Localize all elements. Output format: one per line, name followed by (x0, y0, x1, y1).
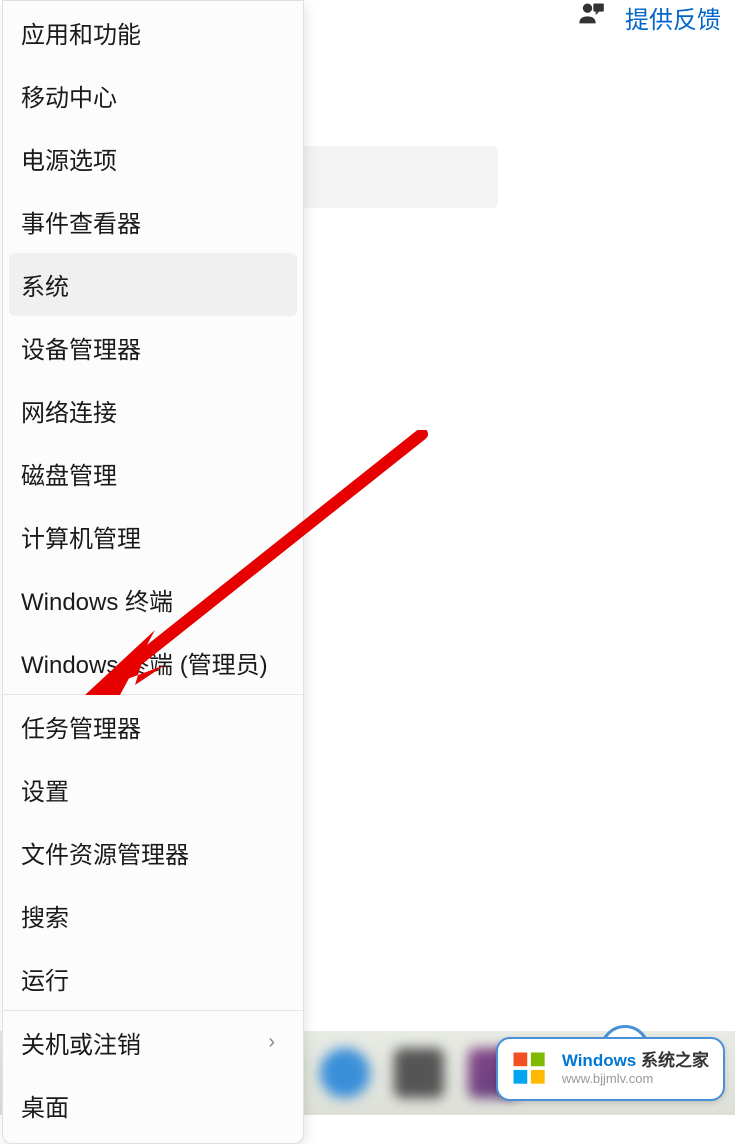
watermark-url: www.bjjmlv.com (562, 1071, 709, 1087)
menu-item-label: Windows 终端 (管理员) (21, 645, 268, 680)
menu-item-run[interactable]: 运行 (3, 947, 303, 1010)
menu-item-mobility-center[interactable]: 移动中心 (3, 64, 303, 127)
menu-item-windows-terminal[interactable]: Windows 终端 (3, 568, 303, 631)
menu-item-label: 设置 (21, 772, 69, 807)
taskbar-app-icon[interactable] (394, 1048, 444, 1098)
menu-item-label: 电源选项 (21, 141, 117, 176)
feedback-link[interactable]: 提供反馈 (625, 0, 721, 35)
menu-item-settings[interactable]: 设置 (3, 758, 303, 821)
menu-item-label: 关机或注销 (21, 1025, 141, 1060)
watermark-logo-icon (508, 1047, 552, 1091)
menu-item-search[interactable]: 搜索 (3, 884, 303, 947)
menu-item-computer-management[interactable]: 计算机管理 (3, 505, 303, 568)
menu-item-label: 设备管理器 (21, 330, 141, 365)
menu-item-disk-management[interactable]: 磁盘管理 (3, 442, 303, 505)
menu-item-label: 应用和功能 (21, 15, 141, 50)
menu-item-windows-terminal-admin[interactable]: Windows 终端 (管理员) (3, 631, 303, 694)
menu-item-task-manager[interactable]: 任务管理器 (3, 695, 303, 758)
menu-item-label: 网络连接 (21, 393, 117, 428)
menu-item-label: 计算机管理 (21, 519, 141, 554)
taskbar-app-icon[interactable] (320, 1048, 370, 1098)
menu-item-label: 文件资源管理器 (21, 835, 189, 870)
menu-item-label: 运行 (21, 961, 69, 996)
menu-item-system[interactable]: 系统 (9, 253, 297, 316)
menu-item-power-options[interactable]: 电源选项 (3, 127, 303, 190)
menu-item-network-connections[interactable]: 网络连接 (3, 379, 303, 442)
menu-item-label: 任务管理器 (21, 709, 141, 744)
menu-item-apps-features[interactable]: 应用和功能 (3, 1, 303, 64)
watermark-title: Windows 系统之家 (562, 1051, 709, 1071)
menu-item-label: 移动中心 (21, 78, 117, 113)
watermark: Windows 系统之家 www.bjjmlv.com (496, 1037, 725, 1101)
menu-item-label: 搜索 (21, 898, 69, 933)
menu-item-label: 事件查看器 (21, 204, 141, 239)
menu-item-label: Windows 终端 (21, 582, 173, 617)
menu-item-shutdown-signout[interactable]: 关机或注销 › (3, 1011, 303, 1074)
menu-item-file-explorer[interactable]: 文件资源管理器 (3, 821, 303, 884)
menu-item-label: 桌面 (21, 1088, 69, 1123)
menu-item-desktop[interactable]: 桌面 (3, 1074, 303, 1137)
feedback-person-icon (577, 0, 605, 28)
menu-item-label: 磁盘管理 (21, 456, 117, 491)
chevron-right-icon: › (268, 1031, 275, 1054)
menu-item-device-manager[interactable]: 设备管理器 (3, 316, 303, 379)
winx-context-menu: 应用和功能 移动中心 电源选项 事件查看器 系统 设备管理器 网络连接 磁盘管理… (2, 0, 304, 1144)
menu-item-event-viewer[interactable]: 事件查看器 (3, 190, 303, 253)
menu-item-label: 系统 (21, 267, 69, 302)
